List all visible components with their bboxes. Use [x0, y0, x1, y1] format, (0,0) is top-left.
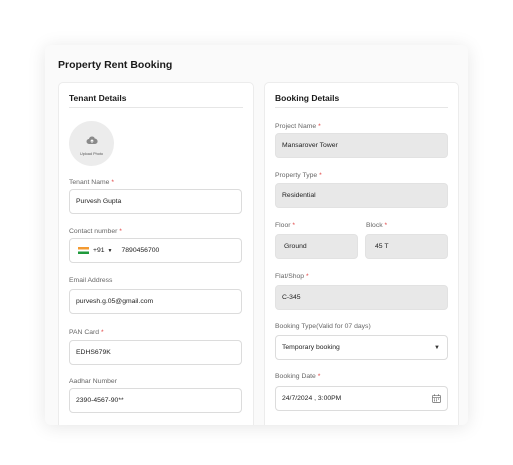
tenant-details-panel: Tenant Details Upload Photo Tenant Name …: [58, 82, 254, 425]
floor-field[interactable]: Ground: [275, 234, 358, 259]
calendar-icon[interactable]: [432, 394, 441, 405]
project-name-label: Project Name *: [275, 123, 321, 130]
email-field[interactable]: purvesh.g.05@gmail.com: [69, 289, 242, 314]
contact-number-label: Contact number *: [69, 228, 122, 235]
block-field[interactable]: 45 T: [365, 234, 448, 259]
booking-details-heading: Booking Details: [275, 93, 340, 103]
aadhar-number-field[interactable]: 2390-4567-90**: [69, 388, 242, 413]
pan-card-label: PAN Card *: [69, 329, 104, 336]
page-title: Property Rent Booking: [58, 59, 173, 71]
block-label: Block *: [366, 222, 388, 229]
booking-type-label: Booking Type(Valid for 07 days): [275, 323, 371, 330]
booking-card: Property Rent Booking Tenant Details Upl…: [45, 45, 468, 425]
property-type-label: Property Type *: [275, 172, 322, 179]
email-label: Email Address: [69, 277, 113, 284]
chevron-down-icon: ▼: [434, 344, 440, 351]
india-flag-icon: [78, 247, 89, 254]
booking-type-value: Temporary booking: [282, 344, 340, 351]
floor-label: Floor *: [275, 222, 296, 229]
property-type-field[interactable]: Residential: [275, 183, 448, 208]
project-name-field[interactable]: Mansarover Tower: [275, 133, 448, 158]
booking-date-field[interactable]: 24/7/2024 , 3:00PM: [275, 386, 448, 411]
divider: [116, 246, 117, 256]
booking-type-select[interactable]: Temporary booking ▼: [275, 335, 448, 360]
upload-photo-label: Upload Photo: [79, 151, 103, 156]
upload-photo-button[interactable]: Upload Photo: [69, 121, 114, 166]
country-code-select[interactable]: +91 ▼: [93, 247, 112, 254]
country-code-value: +91: [93, 247, 105, 254]
contact-number-field[interactable]: +91 ▼ 7890456700: [69, 238, 242, 263]
booking-details-panel: Booking Details Project Name * Mansarove…: [264, 82, 459, 425]
aadhar-number-label: Aadhar Number: [69, 378, 117, 385]
chevron-down-icon: ▼: [107, 247, 113, 254]
pan-card-field[interactable]: EDHS679K: [69, 340, 242, 365]
flat-shop-field[interactable]: C-345: [275, 285, 448, 310]
flat-shop-label: Flat/Shop *: [275, 273, 309, 280]
booking-date-label: Booking Date *: [275, 373, 321, 380]
tenant-name-field[interactable]: Purvesh Gupta: [69, 189, 242, 214]
tenant-details-heading: Tenant Details: [69, 93, 127, 103]
tenant-name-label: Tenant Name *: [69, 179, 114, 186]
divider: [275, 107, 448, 108]
divider: [69, 107, 243, 108]
booking-date-value: 24/7/2024 , 3:00PM: [282, 395, 342, 402]
phone-number-value: 7890456700: [121, 247, 160, 254]
cloud-upload-icon: [86, 132, 98, 150]
